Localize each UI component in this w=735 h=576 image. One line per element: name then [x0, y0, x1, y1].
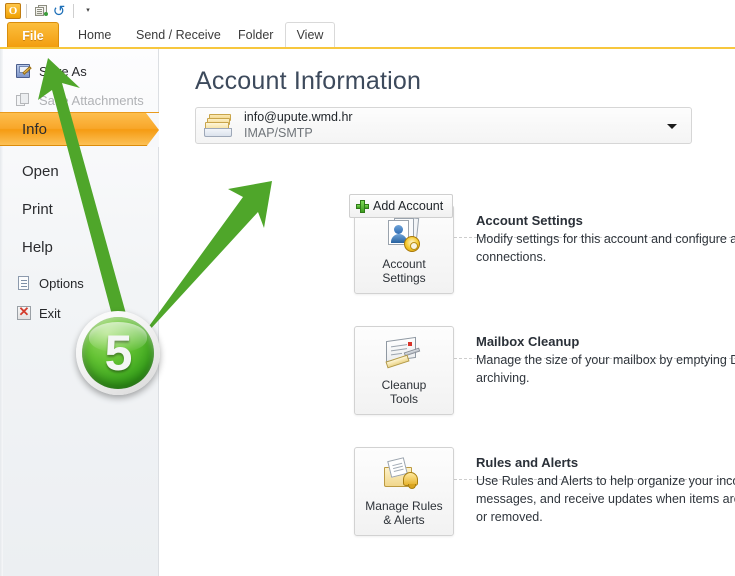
account-settings-button[interactable]: Account Settings — [354, 205, 454, 294]
account-email: info@upute.wmd.hr — [244, 109, 353, 124]
account-settings-button-label: Account Settings — [382, 257, 426, 286]
undo-glyph: ↺ — [52, 2, 66, 20]
tab-view[interactable]: View — [285, 22, 335, 48]
attachment-icon — [16, 92, 32, 108]
account-text-block: info@upute.wmd.hr IMAP/SMTP — [244, 110, 353, 141]
account-selector[interactable]: info@upute.wmd.hr IMAP/SMTP — [195, 107, 692, 144]
section-description: Use Rules and Alerts to help organize yo… — [476, 474, 735, 524]
account-settings-icon — [382, 216, 426, 254]
sidebar-item-open[interactable]: Open — [0, 157, 159, 185]
sidebar-item-label: Save Attachments — [39, 92, 144, 108]
quick-access-toolbar: O ↺ ▾ — [0, 0, 735, 22]
sidebar-item-options[interactable]: Options — [0, 269, 159, 297]
cleanup-tools-icon — [382, 336, 426, 375]
mailbox-cleanup-text: Mailbox Cleanup Manage the size of your … — [476, 334, 735, 388]
backstage-view: Save As Save Attachments Info Open Print… — [0, 49, 735, 576]
outlook-backstage-window: O ↺ ▾ File Home Send / Receive Folder Vi… — [0, 0, 735, 576]
add-account-label: Add Account — [373, 199, 444, 213]
section-title: Account Settings — [476, 213, 583, 228]
chevron-down-icon: ▾ — [86, 7, 90, 14]
cleanup-tools-button[interactable]: Cleanup Tools — [354, 326, 454, 415]
selection-notch-icon — [146, 113, 159, 147]
options-icon — [16, 275, 32, 291]
add-account-button[interactable]: Add Account — [349, 194, 454, 218]
account-settings-text: Account Settings Modify settings for thi… — [476, 213, 735, 267]
ribbon-tab-strip: File Home Send / Receive Folder View — [0, 22, 735, 48]
sidebar-item-exit[interactable]: ✕ Exit — [0, 299, 159, 327]
rules-alerts-text: Rules and Alerts Use Rules and Alerts to… — [476, 455, 735, 526]
sidebar-item-label: Exit — [39, 305, 61, 321]
qat-divider-1 — [26, 4, 27, 18]
sidebar-item-label: Options — [39, 275, 84, 291]
sidebar-item-label: Help — [22, 238, 53, 256]
tab-file[interactable]: File — [7, 22, 59, 48]
tab-home[interactable]: Home — [66, 22, 123, 48]
customize-dropdown-icon[interactable]: ▾ — [79, 3, 97, 20]
manage-rules-alerts-button-label: Manage Rules & Alerts — [365, 499, 443, 528]
backstage-sidebar: Save As Save Attachments Info Open Print… — [0, 49, 159, 576]
account-protocol: IMAP/SMTP — [244, 125, 313, 140]
sidebar-item-info[interactable]: Info — [0, 112, 159, 147]
chevron-down-icon[interactable] — [667, 124, 677, 129]
sidebar-item-label: Open — [22, 162, 59, 180]
manage-rules-alerts-button[interactable]: Manage Rules & Alerts — [354, 447, 454, 536]
sidebar-item-save-attachments: Save Attachments — [0, 86, 159, 114]
exit-icon: ✕ — [16, 305, 32, 321]
send-receive-glyph — [34, 5, 48, 17]
backstage-content: Account Information info@upute.wmd.hr IM… — [159, 49, 735, 576]
sidebar-item-label: Save As — [39, 63, 87, 79]
sidebar-item-label: Info — [22, 120, 48, 138]
tab-folder[interactable]: Folder — [226, 22, 285, 48]
sidebar-item-help[interactable]: Help — [0, 233, 159, 261]
tab-send-receive[interactable]: Send / Receive — [124, 22, 233, 48]
plus-icon — [356, 199, 369, 213]
sidebar-item-save-as[interactable]: Save As — [0, 57, 159, 85]
rules-alerts-icon — [382, 457, 426, 496]
section-description: Manage the size of your mailbox by empty… — [476, 353, 735, 385]
page-title: Account Information — [195, 67, 422, 95]
section-title: Rules and Alerts — [476, 455, 579, 470]
section-title: Mailbox Cleanup — [476, 334, 580, 349]
section-description: Modify settings for this account and con… — [476, 232, 735, 264]
save-as-icon — [16, 63, 32, 79]
sidebar-item-print[interactable]: Print — [0, 195, 159, 223]
undo-icon[interactable]: ↺ — [50, 3, 68, 20]
exit-x-glyph: ✕ — [18, 304, 30, 319]
cleanup-tools-button-label: Cleanup Tools — [381, 378, 427, 407]
ribbon-underline — [0, 47, 735, 49]
mail-folder-icon — [204, 113, 234, 138]
outlook-logo: O — [5, 3, 21, 19]
send-receive-icon[interactable] — [32, 3, 50, 20]
sidebar-item-label: Print — [22, 200, 53, 218]
qat-divider-2 — [73, 4, 74, 18]
